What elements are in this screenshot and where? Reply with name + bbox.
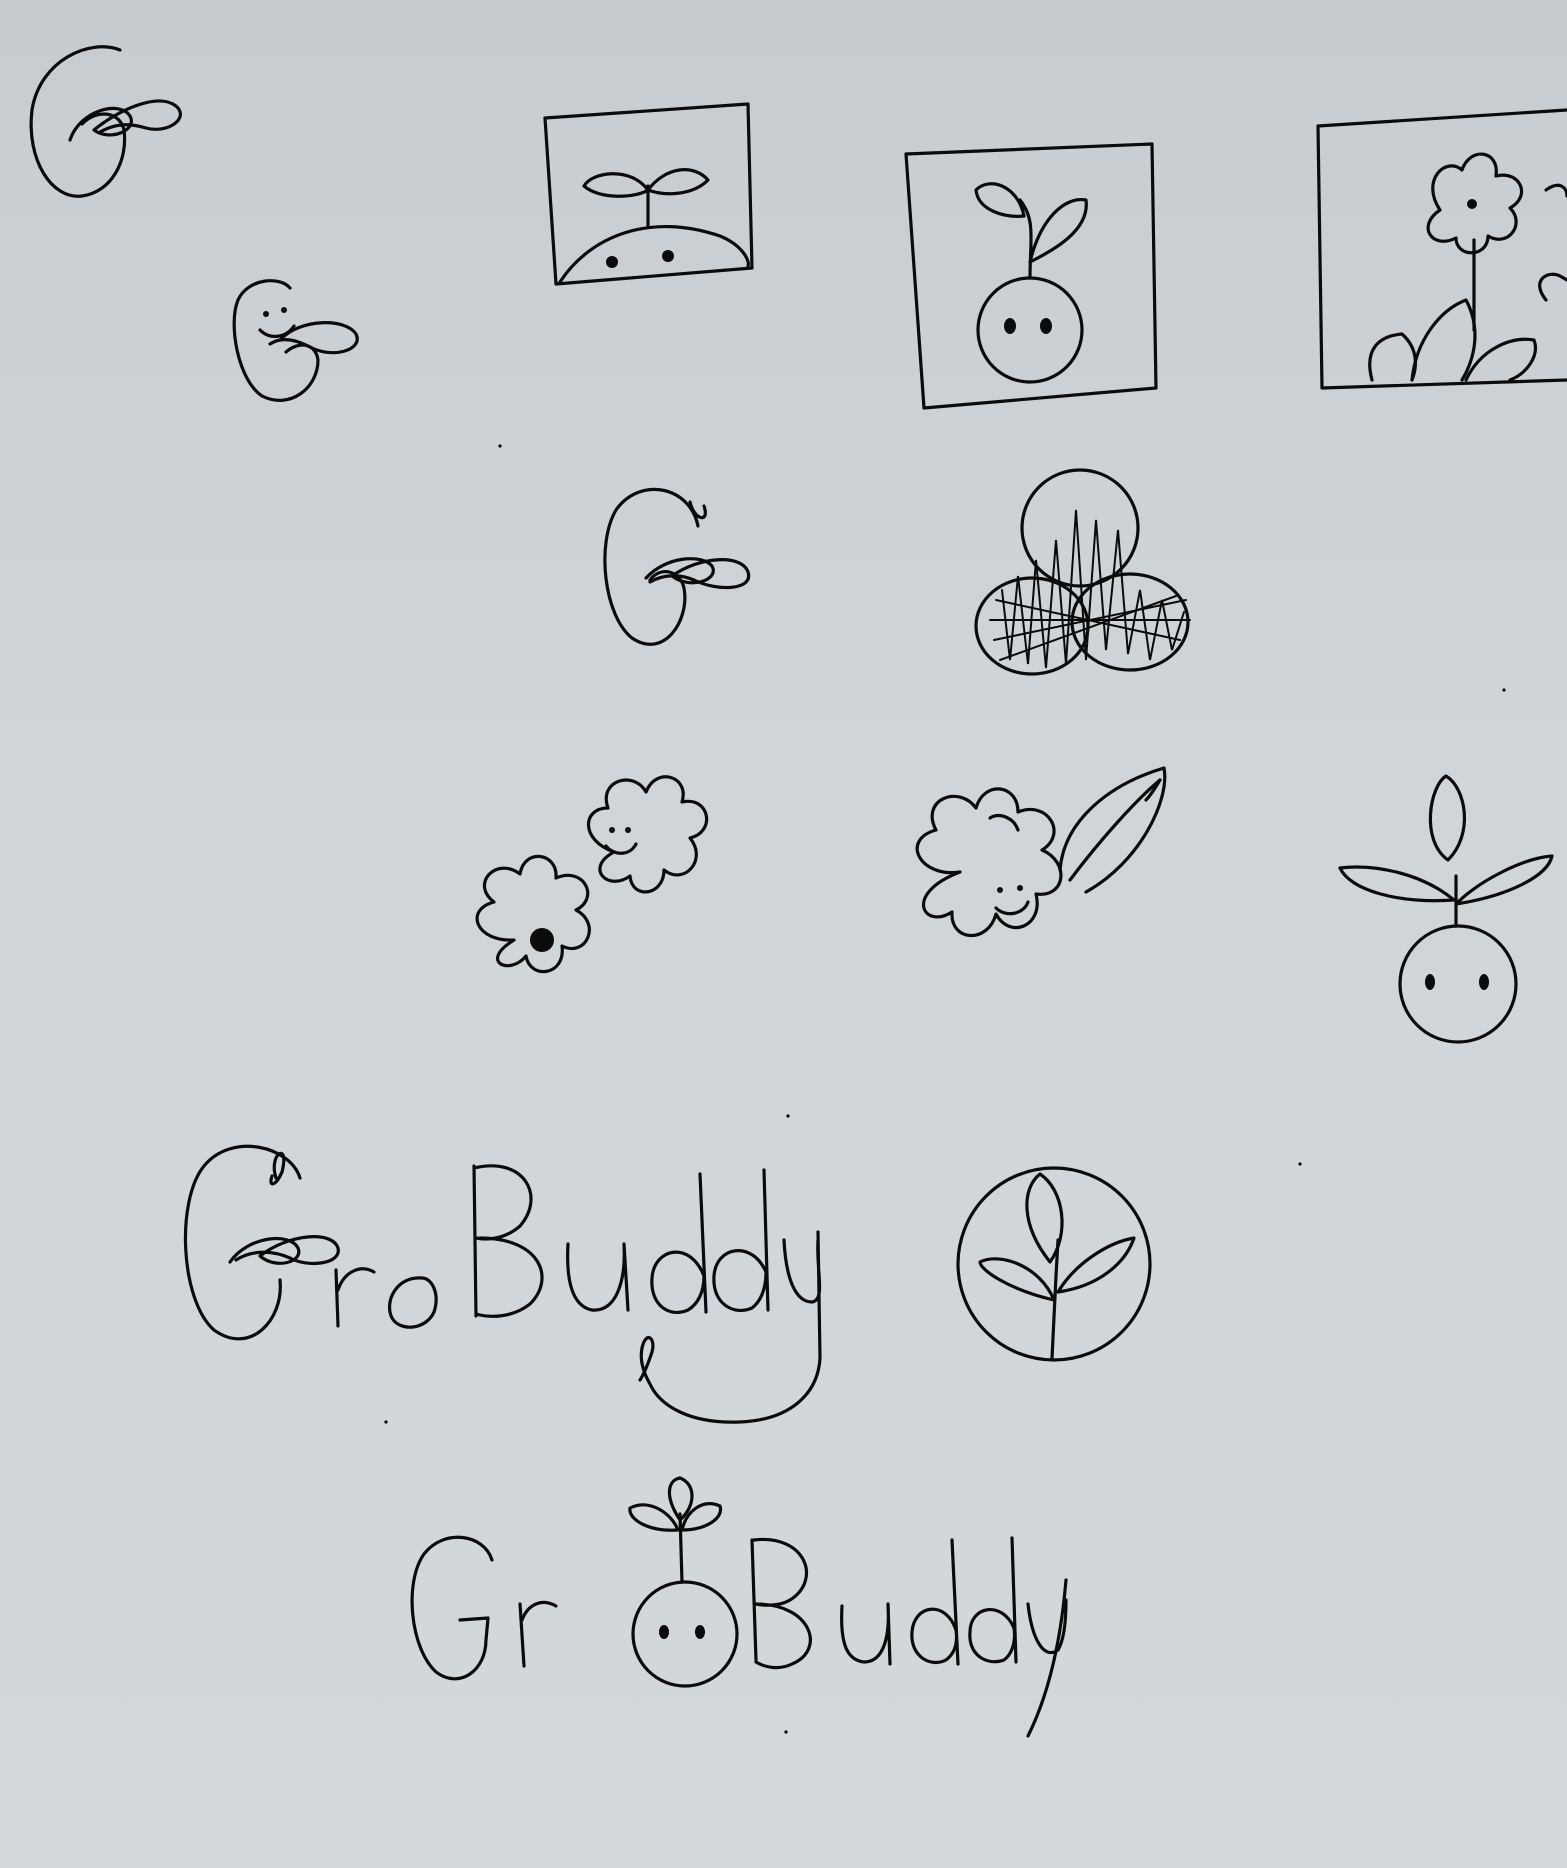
- paper-specks: [384, 444, 1506, 1734]
- scribbled-circles-sketch: [974, 468, 1191, 676]
- framed-seed-buddy-sketch: [904, 142, 1158, 410]
- smiley-g-sketch: [232, 279, 359, 402]
- daisy-with-leaf-sketch: [915, 766, 1167, 938]
- grobuddy-wordmark-1-sketch: [183, 1144, 822, 1424]
- framed-hill-sprout-sketch: [543, 102, 754, 286]
- framed-flower-garden-sketch: [1316, 108, 1567, 390]
- leaf-circle-emblem-sketch: [956, 1166, 1152, 1362]
- g-sprout-logo-sketch: [29, 45, 182, 198]
- grobuddy-wordmark-2-sketch: [410, 1476, 1068, 1738]
- sketch-drawings: [29, 45, 1567, 1738]
- sprout-buddy-sketch: [1338, 774, 1554, 1044]
- two-daisies-sketch: [475, 775, 709, 974]
- g-loop-sketch: [603, 487, 751, 646]
- sketch-paper: GroBuddy GroBuddy: [0, 0, 1567, 1868]
